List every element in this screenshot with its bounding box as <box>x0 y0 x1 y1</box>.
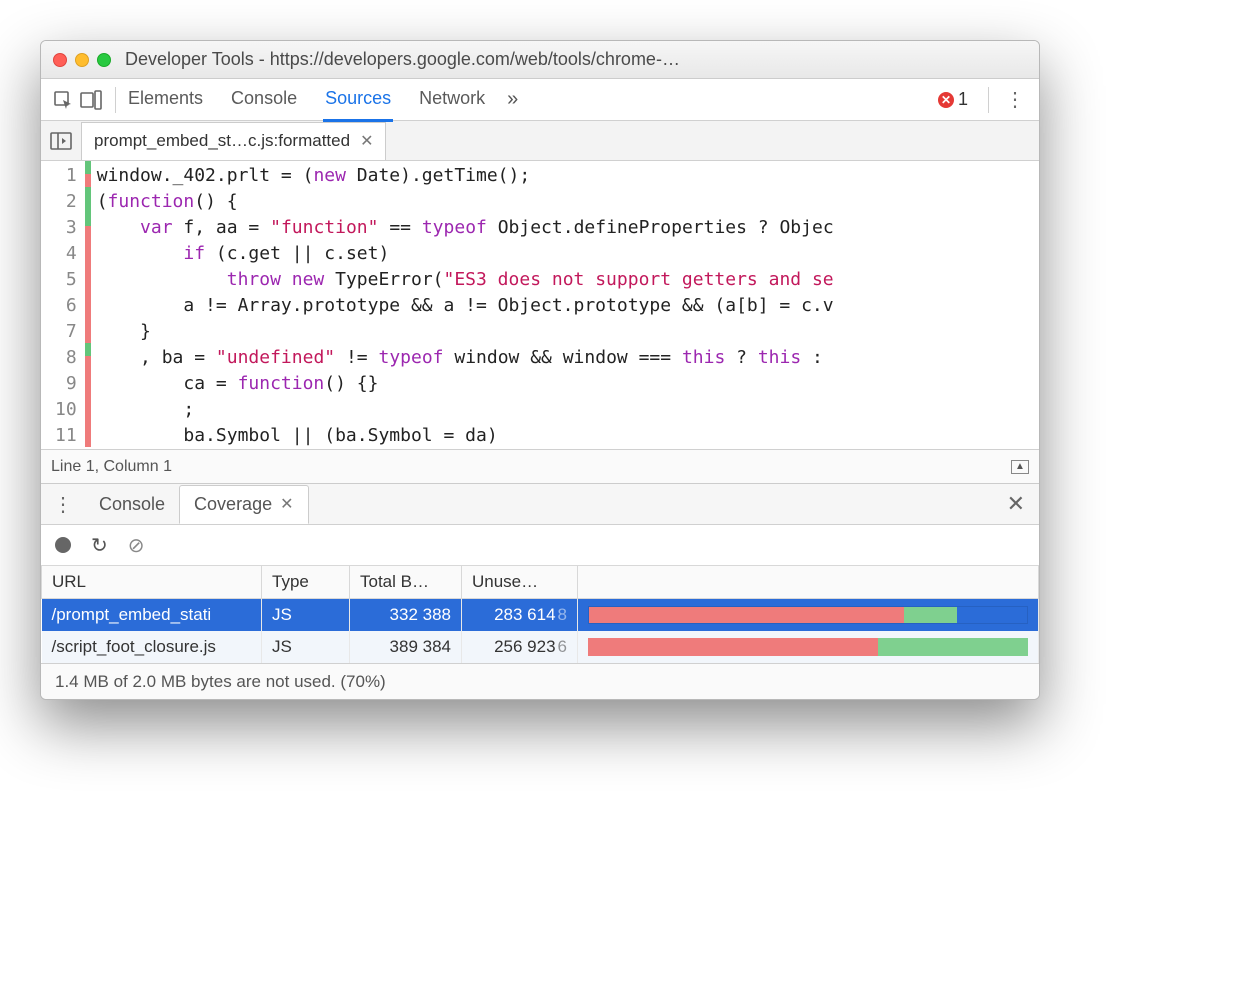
error-indicator[interactable]: ✕ 1 <box>938 89 968 110</box>
coverage-table: URL Type Total B… Unuse… /prompt_embed_s… <box>41 565 1039 663</box>
cell-total: 332 388 <box>350 599 462 632</box>
cell-unused: 283 6148 <box>462 599 578 632</box>
col-total[interactable]: Total B… <box>350 566 462 599</box>
cell-type: JS <box>262 599 350 632</box>
drawer-tab-console[interactable]: Console <box>85 486 179 523</box>
settings-menu-icon[interactable]: ⋮ <box>999 87 1031 112</box>
panel-tabs: Elements Console Sources Network <box>126 78 487 122</box>
device-toolbar-icon[interactable] <box>77 90 105 110</box>
code-content[interactable]: window._402.prlt = (new Date).getTime();… <box>91 161 834 449</box>
drawer-tabs: ⋮ Console Coverage ✕ ✕ <box>41 483 1039 525</box>
col-unused[interactable]: Unuse… <box>462 566 578 599</box>
file-tabs-bar: prompt_embed_st…c.js:formatted ✕ <box>41 121 1039 161</box>
main-toolbar: Elements Console Sources Network » ✕ 1 ⋮ <box>41 79 1039 121</box>
cell-unused: 256 9236 <box>462 631 578 663</box>
more-tabs-icon[interactable]: » <box>507 88 518 111</box>
coverage-summary: 1.4 MB of 2.0 MB bytes are not used. (70… <box>41 663 1039 699</box>
cell-total: 389 384 <box>350 631 462 663</box>
tab-elements[interactable]: Elements <box>126 78 205 122</box>
cell-type: JS <box>262 631 350 663</box>
drawer-tab-coverage[interactable]: Coverage ✕ <box>179 485 308 524</box>
file-tab-name: prompt_embed_st…c.js:formatted <box>94 131 350 151</box>
editor-statusbar: Line 1, Column 1 ▲ <box>41 449 1039 483</box>
tab-network[interactable]: Network <box>417 78 487 122</box>
cell-bar <box>578 631 1039 663</box>
table-row[interactable]: /prompt_embed_statiJS332 388283 6148 <box>42 599 1039 632</box>
drawer-menu-icon[interactable]: ⋮ <box>47 492 79 517</box>
record-icon[interactable] <box>55 537 71 553</box>
maximize-window-button[interactable] <box>97 53 111 67</box>
col-type[interactable]: Type <box>262 566 350 599</box>
close-drawer-tab-icon[interactable]: ✕ <box>280 494 293 514</box>
drawer-tab-label: Coverage <box>194 494 272 515</box>
inspect-element-icon[interactable] <box>49 90 77 110</box>
cell-bar <box>578 599 1039 632</box>
reload-icon[interactable]: ↻ <box>91 533 108 558</box>
col-bar[interactable] <box>578 566 1039 599</box>
minimize-window-button[interactable] <box>75 53 89 67</box>
error-count: 1 <box>958 89 968 110</box>
clear-icon[interactable]: ⊘ <box>128 533 145 558</box>
toggle-drawer-icon[interactable]: ▲ <box>1011 460 1029 474</box>
window-title: Developer Tools - https://developers.goo… <box>125 49 680 70</box>
close-file-icon[interactable]: ✕ <box>360 131 373 151</box>
cursor-position: Line 1, Column 1 <box>51 458 172 476</box>
window-controls <box>53 53 111 67</box>
show-navigator-icon[interactable] <box>41 132 81 150</box>
close-window-button[interactable] <box>53 53 67 67</box>
tab-sources[interactable]: Sources <box>323 78 393 122</box>
table-header-row: URL Type Total B… Unuse… <box>42 566 1039 599</box>
table-row[interactable]: /script_foot_closure.jsJS389 384256 9236 <box>42 631 1039 663</box>
line-numbers: 1234567891011 <box>41 161 85 449</box>
cell-url: /script_foot_closure.js <box>42 631 262 663</box>
coverage-toolbar: ↻ ⊘ <box>41 525 1039 565</box>
titlebar: Developer Tools - https://developers.goo… <box>41 41 1039 79</box>
summary-text: 1.4 MB of 2.0 MB bytes are not used. (70… <box>55 672 386 692</box>
tab-console[interactable]: Console <box>229 78 299 122</box>
col-url[interactable]: URL <box>42 566 262 599</box>
devtools-window: Developer Tools - https://developers.goo… <box>40 40 1040 700</box>
file-tab[interactable]: prompt_embed_st…c.js:formatted ✕ <box>81 122 386 160</box>
close-drawer-icon[interactable]: ✕ <box>999 491 1033 517</box>
error-icon: ✕ <box>938 92 954 108</box>
cell-url: /prompt_embed_stati <box>42 599 262 632</box>
code-editor[interactable]: 1234567891011 window._402.prlt = (new Da… <box>41 161 1039 449</box>
